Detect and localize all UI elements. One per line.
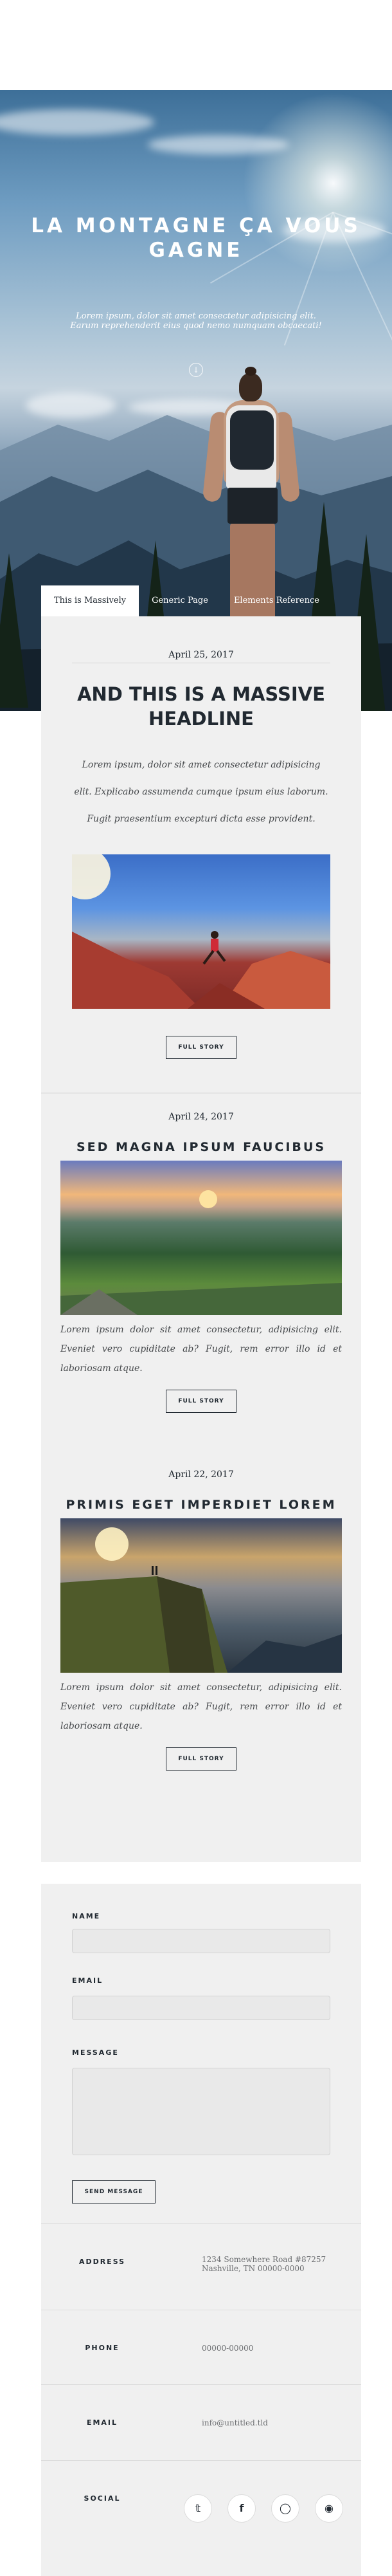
- contact-section: NAME EMAIL MESSAGE SEND MESSAGE ADDRESS …: [41, 1884, 361, 2576]
- post-excerpt: Lorem ipsum dolor sit amet consectetur, …: [60, 1682, 342, 1731]
- post-date: April 25, 2017: [168, 650, 234, 660]
- address-line-2: Nashville, TN 00000-0000: [202, 2264, 305, 2273]
- tab-elements-reference[interactable]: Elements Reference: [221, 585, 332, 616]
- tab-generic-page[interactable]: Generic Page: [139, 585, 221, 616]
- full-story-button[interactable]: FULL STORY: [166, 1747, 236, 1771]
- message-field[interactable]: [72, 2068, 330, 2155]
- featured-title[interactable]: AND THIS IS A MASSIVE HEADLINE: [54, 682, 348, 731]
- arrow-down-icon[interactable]: ↓: [189, 363, 203, 377]
- instagram-icon[interactable]: ◯: [271, 2494, 299, 2523]
- post-title[interactable]: SED MAGNA IPSUM FAUCIBUS: [41, 1140, 361, 1154]
- post-date: April 22, 2017: [168, 1469, 234, 1480]
- post-card: April 24, 2017 SED MAGNA IPSUM FAUCIBUS …: [41, 1094, 361, 1454]
- address-label: ADDRESS: [78, 2258, 126, 2266]
- post-title[interactable]: PRIMIS EGET IMPERDIET LOREM: [41, 1498, 361, 1512]
- post-image-art: [60, 1527, 342, 1673]
- hero-subtitle: Lorem ipsum, dolor sit amet consectetur …: [70, 311, 322, 331]
- address-line-1: 1234 Somewhere Road #87257: [202, 2255, 326, 2264]
- main-nav: This is Massively Generic Page Elements …: [41, 585, 332, 616]
- featured-image-art: [72, 854, 330, 1009]
- twitter-icon[interactable]: 𝕥: [184, 2494, 212, 2523]
- contact-phone-row: PHONE 00000-00000: [41, 2310, 361, 2384]
- phone-value: 00000-00000: [202, 2344, 254, 2353]
- contact-social-row: SOCIAL 𝕥 f ◯ ◉: [41, 2460, 361, 2576]
- email-label: EMAIL: [72, 1976, 103, 1985]
- featured-post: April 25, 2017 AND THIS IS A MASSIVE HEA…: [41, 616, 361, 1092]
- post-excerpt: Lorem ipsum dolor sit amet consectetur, …: [60, 1325, 342, 1374]
- contact-email-row: EMAIL info@untitled.tld: [41, 2384, 361, 2460]
- facebook-icon[interactable]: f: [227, 2494, 256, 2523]
- name-field[interactable]: [72, 1929, 330, 1953]
- full-story-button[interactable]: FULL STORY: [166, 1390, 236, 1413]
- email-info-value[interactable]: info@untitled.tld: [202, 2418, 343, 2427]
- full-story-button[interactable]: FULL STORY: [166, 1036, 236, 1059]
- email-field[interactable]: [72, 1996, 330, 2020]
- tab-this-is-massively[interactable]: This is Massively: [41, 585, 139, 616]
- message-label: MESSAGE: [72, 2048, 119, 2057]
- hiker-shorts: [227, 488, 278, 524]
- post-image-art: [60, 1190, 342, 1315]
- email-info-label: EMAIL: [86, 2418, 118, 2427]
- pine-tree: [0, 553, 28, 708]
- name-label: NAME: [72, 1912, 101, 1920]
- phone-label: PHONE: [85, 2344, 120, 2352]
- post-image[interactable]: [60, 1161, 342, 1315]
- post-card: April 22, 2017 PRIMIS EGET IMPERDIET LOR…: [41, 1451, 361, 1837]
- featured-image[interactable]: [72, 854, 330, 1009]
- featured-excerpt: Lorem ipsum, dolor sit amet consectetur …: [74, 760, 328, 824]
- social-label: SOCIAL: [84, 2494, 121, 2503]
- send-message-button[interactable]: SEND MESSAGE: [72, 2180, 156, 2203]
- hiker-hair-bun: [245, 367, 256, 376]
- main-content: April 25, 2017 AND THIS IS A MASSIVE HEA…: [41, 616, 361, 1862]
- hero-title: LA MONTAGNE ÇA VOUS GAGNE: [31, 214, 361, 262]
- hiker-backpack: [230, 410, 274, 470]
- post-image[interactable]: [60, 1518, 342, 1673]
- github-icon[interactable]: ◉: [315, 2494, 343, 2523]
- hiker-head: [239, 373, 262, 401]
- post-date: April 24, 2017: [168, 1112, 234, 1122]
- contact-address-row: ADDRESS 1234 Somewhere Road #87257 Nashv…: [41, 2223, 361, 2310]
